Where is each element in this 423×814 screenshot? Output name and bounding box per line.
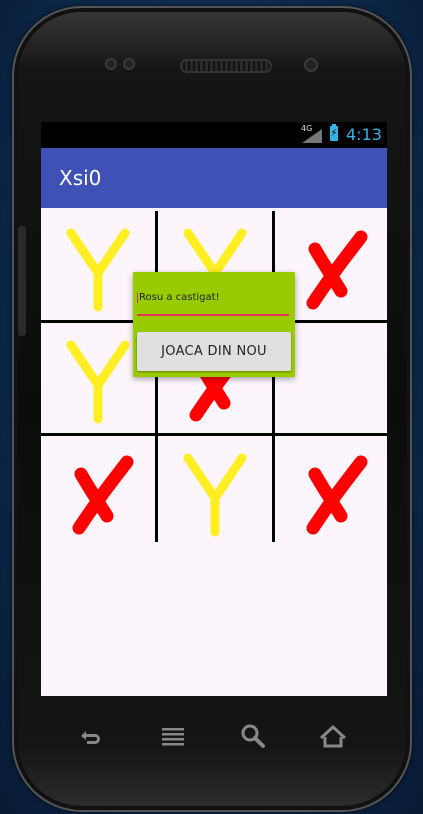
search-icon[interactable] [239,722,267,750]
front-camera [304,58,318,72]
home-icon[interactable] [319,722,347,750]
board-cell[interactable] [275,436,389,546]
charging-icon: ⚡ [330,128,338,139]
light-sensor [123,58,135,70]
status-bar: 4G ⚡ 4:13 [41,122,387,148]
grid-line-horizontal [41,433,387,436]
screen: 4G ⚡ 4:13 Xsi0 Rosu a castigat! JOACA DI… [41,122,387,696]
earpiece [180,59,272,73]
board-cell[interactable] [41,436,155,546]
menu-icon[interactable] [159,722,187,750]
play-again-button[interactable]: JOACA DIN NOU [137,332,291,371]
winner-message-field[interactable]: Rosu a castigat! [137,290,289,316]
board-cell[interactable] [158,436,272,546]
winner-message: Rosu a castigat! [139,292,220,303]
winner-dialog: Rosu a castigat! JOACA DIN NOU [133,272,295,377]
x-mark [306,455,368,535]
back-icon[interactable] [77,722,105,750]
volume-button [18,226,26,336]
navigation-bar [41,710,387,760]
y-mark [183,453,247,537]
app-title: Xsi0 [59,166,102,190]
signal-icon [302,129,322,143]
proximity-sensor [105,58,117,70]
x-mark [72,455,134,535]
text-caret [137,291,138,303]
status-clock: 4:13 [346,125,382,144]
